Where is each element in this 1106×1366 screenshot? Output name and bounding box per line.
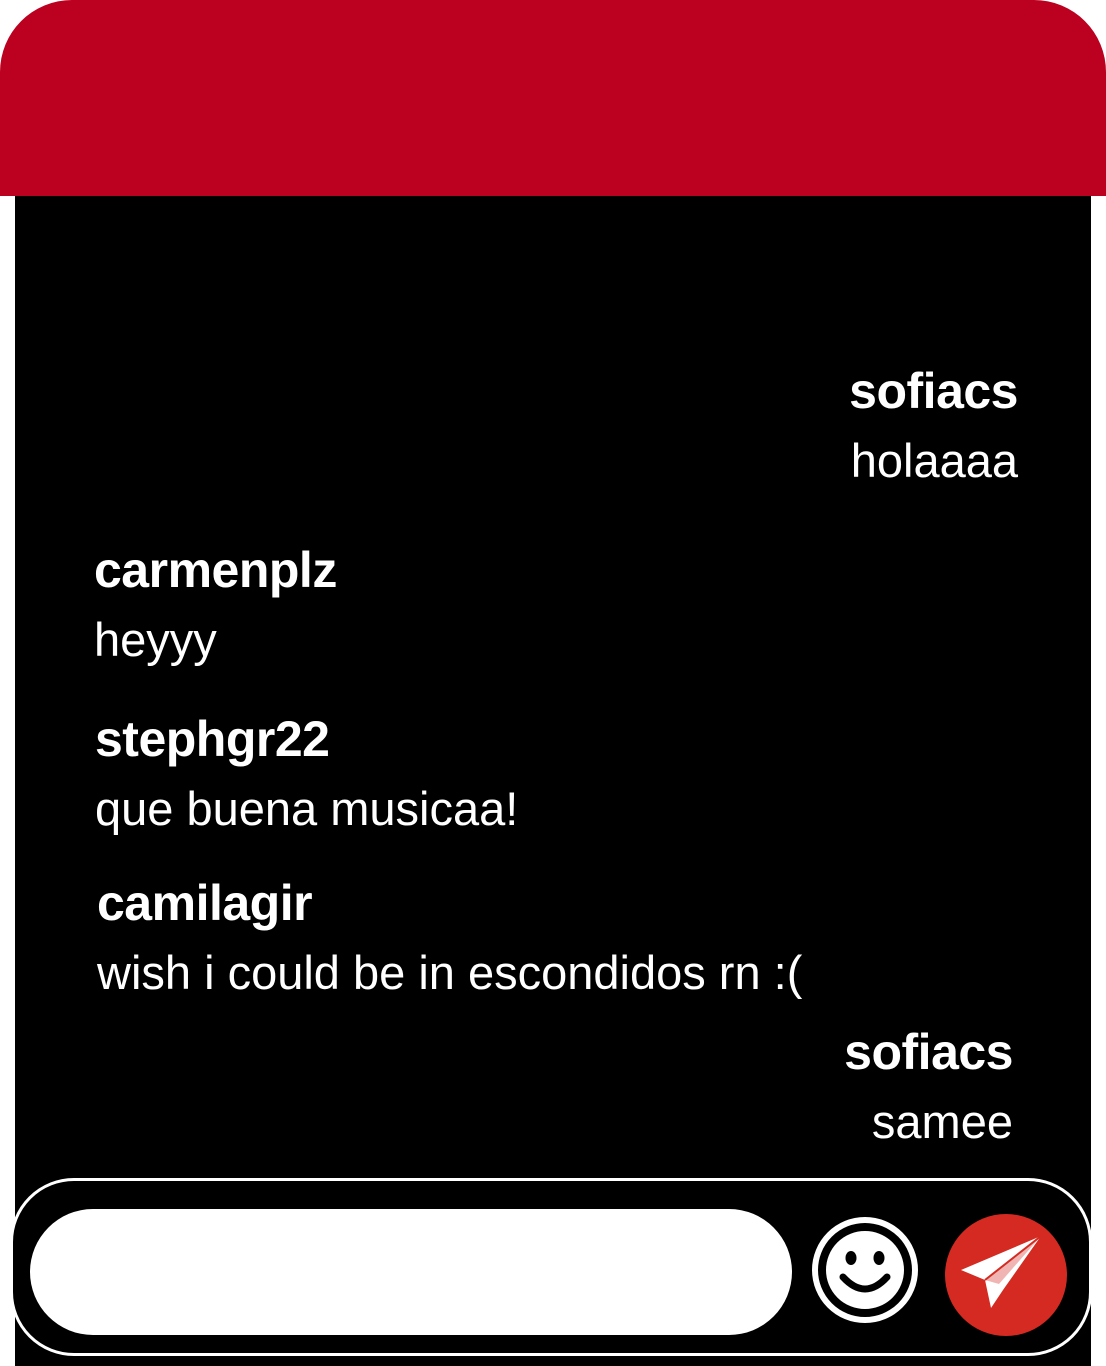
message-item: carmenplz heyyy [94,541,337,669]
message-text: wish i could be in escondidos rn :( [97,946,803,999]
message-username: sofiacs [849,363,1018,419]
message-username: carmenplz [94,542,337,598]
message-text: holaaaa [850,434,1018,487]
message-input[interactable] [30,1209,792,1335]
message-item: stephgr22 que buena musicaa! [95,710,518,838]
chat-window: sofiacs holaaaa carmenplz heyyy stephgr2… [0,0,1106,1366]
message-text: heyyy [94,613,217,666]
message-text: que buena musicaa! [95,782,519,835]
message-item: sofiacs holaaaa [849,362,1018,490]
smiley-face-icon [818,1223,912,1317]
message-username: sofiacs [844,1024,1013,1080]
send-button[interactable] [945,1214,1067,1336]
paper-plane-icon [961,1235,1042,1308]
message-item: sofiacs samee [844,1023,1013,1151]
message-item: camilagir wish i could be in escondidos … [97,874,802,1002]
message-username: stephgr22 [95,711,330,767]
chat-header [0,0,1106,196]
message-composer [10,1178,1092,1356]
message-text: samee [871,1095,1013,1148]
emoji-button[interactable] [812,1217,918,1323]
message-username: camilagir [97,875,313,931]
